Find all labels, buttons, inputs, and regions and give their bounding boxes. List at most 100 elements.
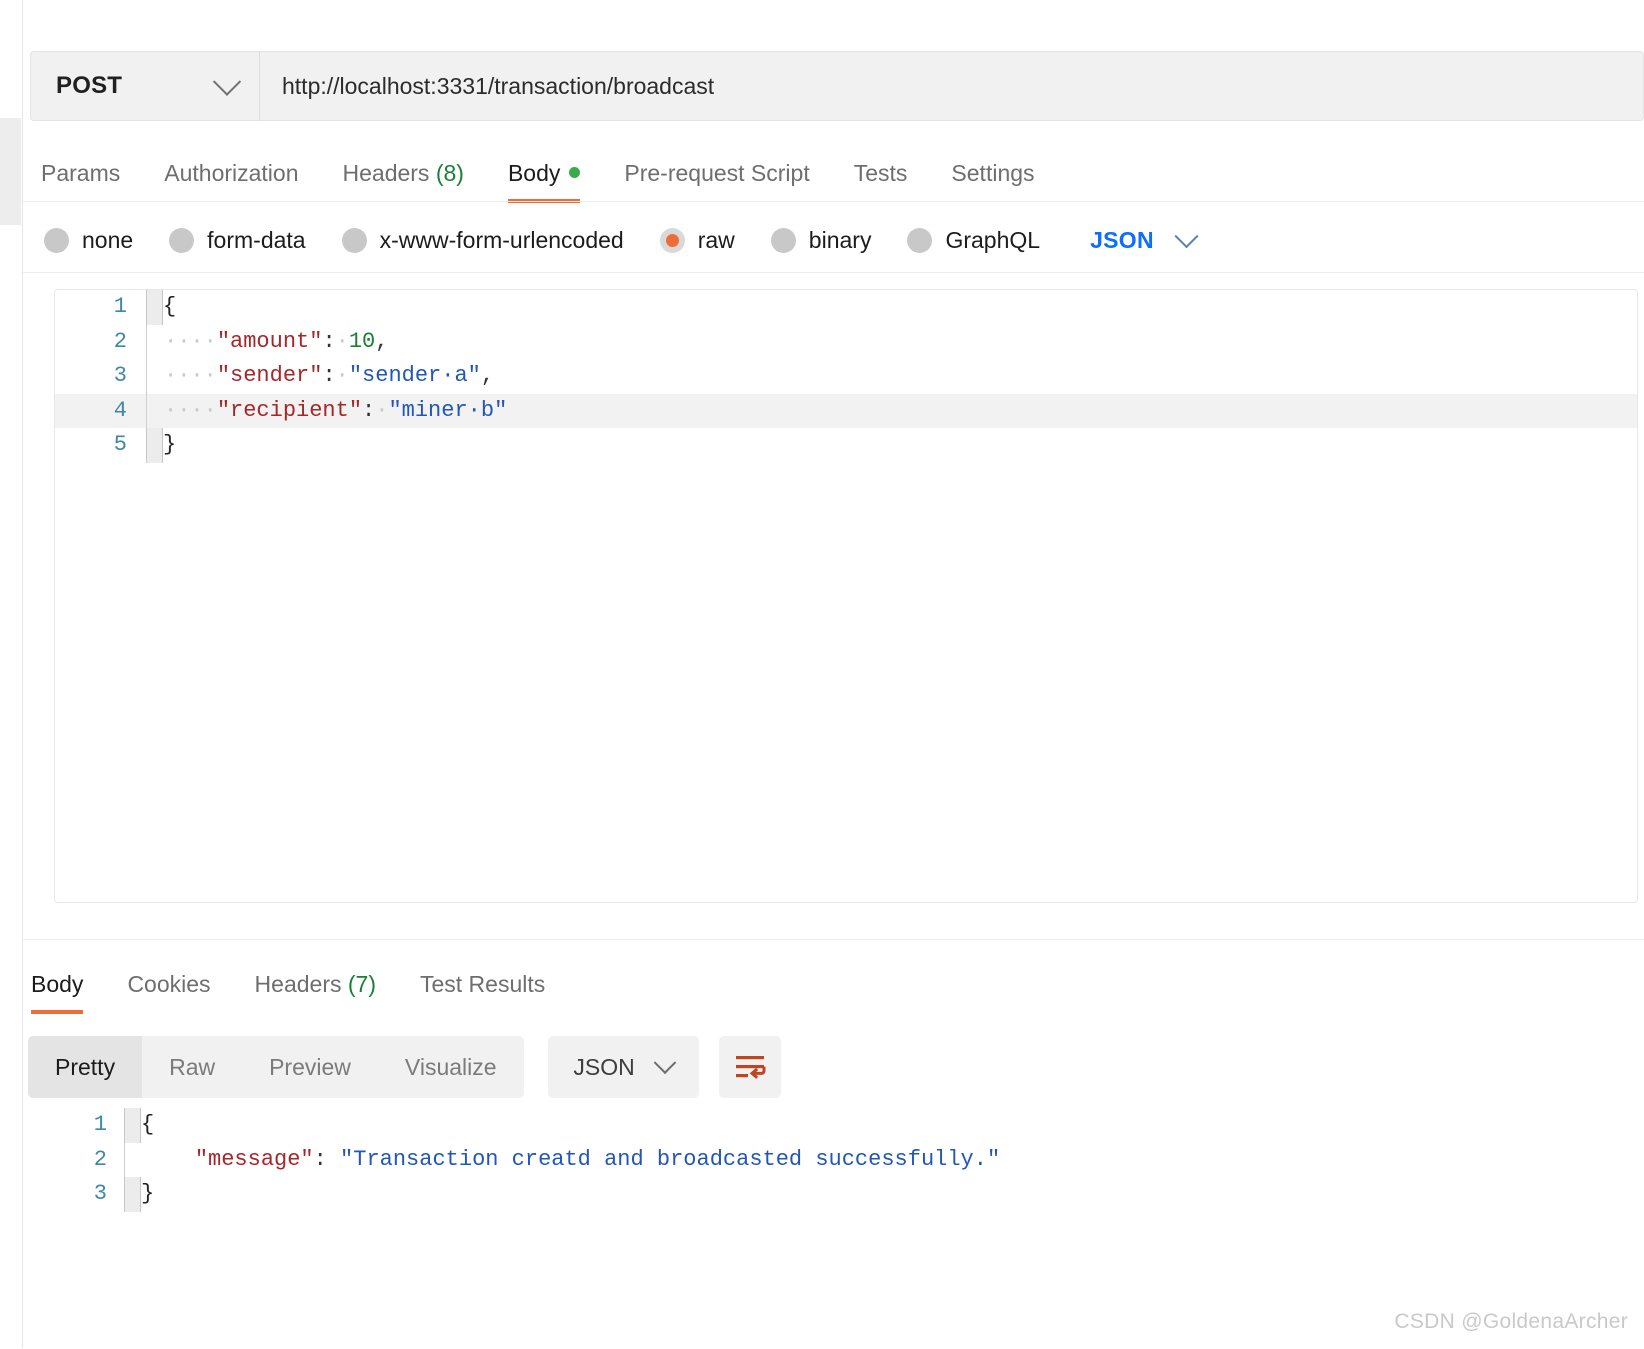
response-toolbar: Pretty Raw Preview Visualize JSON [28,1036,781,1098]
body-type-label: none [82,226,134,253]
tab-label: Tests [853,160,908,186]
code-line: 1{ [55,290,1637,325]
body-type-label: GraphQL [945,226,1041,253]
tab-label: Settings [951,160,1035,186]
code-line: 5} [55,428,1637,463]
http-method-label: POST [56,72,123,99]
fold-marker[interactable] [146,428,163,463]
line-number: 1 [113,294,127,319]
tab-label: Params [41,160,121,186]
request-tab-body[interactable]: Body [507,160,581,203]
code-text: ····"sender":·"sender·a", [164,363,495,388]
indent-guide [146,393,164,428]
body-type-none[interactable]: none [44,227,133,254]
code-text: "message": "Transaction creatd and broad… [194,1146,1001,1172]
http-method-select[interactable]: POST [30,51,259,121]
radio-icon[interactable] [44,227,69,253]
code-text: { [141,1112,155,1137]
code-text: ····"recipient":·"miner·b" [164,397,508,423]
chevron-down-icon [212,67,242,96]
request-tab-authorization[interactable]: Authorization [164,160,298,203]
line-number: 2 [113,328,127,354]
body-type-label: binary [808,226,872,253]
request-pane: POST http://localhost:3331/transaction/b… [23,0,1644,938]
response-format-select[interactable]: JSON [547,1036,699,1098]
fold-marker[interactable] [146,290,163,325]
code-line: 2 ····"amount":·10, [55,324,1637,359]
indent-guide [146,324,164,359]
response-format-label: JSON [573,1053,635,1080]
view-mode-pretty[interactable]: Pretty [28,1036,143,1098]
left-rail [0,0,23,1348]
body-type-binary[interactable]: binary [770,226,872,254]
raw-format-select[interactable]: JSON [1090,223,1199,254]
code-text: } [141,1181,155,1206]
body-type-options: none form-data x-www-form-urlencoded raw bin… [44,218,1199,262]
response-tab-headers[interactable]: Headers (7) [255,971,376,1014]
body-type-divider [23,272,1644,273]
response-tab-cookies[interactable]: Cookies [127,971,210,1014]
sidebar-scroll-thumb[interactable] [0,118,21,225]
tab-label: Body [507,160,561,186]
body-modified-dot [569,167,581,178]
body-type-graphql[interactable]: GraphQL [907,227,1040,254]
code-line: 3} [31,1177,1638,1212]
wrap-lines-button[interactable] [718,1036,781,1098]
tab-label: Body [31,971,84,997]
request-tab-tests[interactable]: Tests [854,160,908,203]
response-view-switch: Pretty Raw Preview Visualize [28,1036,524,1098]
fold-marker[interactable] [124,1108,141,1143]
line-number: 1 [93,1112,107,1137]
indent-guide [146,359,164,394]
sidebar-rail-bottom [0,1245,21,1348]
view-mode-raw[interactable]: Raw [142,1036,242,1098]
tab-label: Headers [254,971,342,997]
code-line: 3 ····"sender":·"sender·a", [55,359,1637,394]
tab-label: Cookies [127,971,211,997]
request-tab-settings[interactable]: Settings [951,160,1034,203]
line-number: 2 [93,1146,107,1172]
radio-icon[interactable] [659,227,685,253]
request-tabs-divider [23,201,1644,202]
chevron-down-icon [1174,223,1199,248]
code-line: 4 ····"recipient":·"miner·b" [55,393,1637,428]
tab-count-badge: (8) [429,160,464,186]
watermark: CSDN @GoldenaArcher [1394,1310,1628,1333]
wrap-lines-icon [735,1056,766,1079]
radio-icon[interactable] [770,227,796,253]
url-input[interactable]: http://localhost:3331/transaction/broadc… [259,51,1644,121]
radio-icon[interactable] [341,227,367,253]
request-body-editor[interactable]: 1{ 2 ····"amount":·10, 3 ····"sender":·"send… [54,289,1638,903]
tab-label: Headers [342,160,430,186]
radio-icon[interactable] [907,227,933,253]
line-number: 3 [113,363,127,388]
indent-guide [124,1142,142,1177]
request-tab-params[interactable]: Params [41,160,120,203]
fold-marker[interactable] [124,1177,141,1212]
code-line: 1{ [31,1108,1638,1143]
code-text: ····"amount":·10, [164,328,389,354]
radio-icon[interactable] [169,227,195,253]
request-tab-headers[interactable]: Headers (8) [343,160,464,203]
code-line: 2 "message": "Transaction creatd and bro… [31,1142,1638,1177]
tab-label: Pre-request Script [624,160,810,186]
request-tab-pre-request-script[interactable]: Pre-request Script [624,160,809,203]
body-type-raw[interactable]: raw [659,227,735,254]
raw-format-label: JSON [1090,226,1154,253]
code-text: } [163,432,177,457]
response-body-editor[interactable]: 1{2 "message": "Transaction creatd and b… [31,1108,1638,1228]
response-tab-body[interactable]: Body [31,971,84,1014]
response-body-code[interactable]: 1{2 "message": "Transaction creatd and b… [31,1108,1638,1212]
request-body-code[interactable]: 1{ 2 ····"amount":·10, 3 ····"sender":·"send… [55,290,1637,463]
tab-count-badge: (7) [341,971,376,997]
chevron-down-icon [653,1051,677,1075]
tab-label: Authorization [164,160,299,186]
body-type-label: form-data [207,226,306,253]
request-tabs: Params Authorization Headers (8) Body Pre-re… [41,145,1079,203]
view-mode-visualize[interactable]: Visualize [378,1036,524,1098]
response-tabs: Body Cookies Headers (7) Test Results [31,956,589,1014]
response-tab-test-results[interactable]: Test Results [420,971,545,1014]
body-type-x-www-form-urlencoded[interactable]: x-www-form-urlencoded [341,227,624,254]
body-type-form-data[interactable]: form-data [169,226,306,254]
view-mode-preview[interactable]: Preview [242,1036,378,1098]
